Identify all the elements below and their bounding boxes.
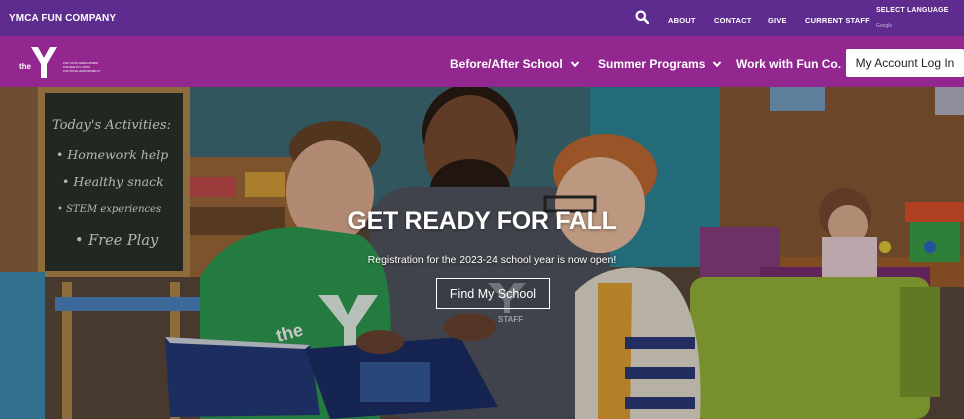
logo-word: the <box>19 62 32 71</box>
search-icon[interactable] <box>635 10 649 24</box>
language-label: SELECT LANGUAGE <box>876 7 949 14</box>
nav-summer-programs-label: Summer Programs <box>598 57 706 71</box>
nav-work-with-fun-co[interactable]: Work with Fun Co. <box>736 57 841 71</box>
logo-tagline-2: FOR HEALTHY LIVING <box>63 65 90 69</box>
chevron-down-icon <box>713 61 722 68</box>
hero-subtitle: Registration for the 2023-24 school year… <box>367 254 617 266</box>
contact-link[interactable]: CONTACT <box>714 16 752 25</box>
google-translate-label: Google <box>876 23 893 29</box>
ymca-logo[interactable]: the FOR YOUTH DEVELOPMENT FOR HEALTHY LI… <box>16 44 126 82</box>
nav-before-after-school-label: Before/After School <box>450 57 563 71</box>
nav-work-with-fun-co-label: Work with Fun Co. <box>736 57 842 71</box>
hero-banner: Today's Activities: • Homework help • He… <box>0 87 964 419</box>
account-login-button[interactable]: My Account Log In <box>846 49 964 77</box>
nav-before-after-school[interactable]: Before/After School <box>450 57 580 71</box>
give-link[interactable]: GIVE <box>768 16 787 25</box>
language-selector[interactable]: SELECT LANGUAGE Google <box>876 7 949 32</box>
nav-summer-programs[interactable]: Summer Programs <box>598 57 722 71</box>
logo-tagline-3: FOR SOCIAL RESPONSIBILITY <box>63 69 101 73</box>
find-my-school-button[interactable]: Find My School <box>436 278 550 309</box>
chevron-down-icon <box>570 61 579 68</box>
current-staff-link[interactable]: CURRENT STAFF <box>805 16 870 25</box>
logo-tagline-1: FOR YOUTH DEVELOPMENT <box>63 61 99 65</box>
utility-bar: YMCA FUN COMPANY ABOUT CONTACT GIVE CURR… <box>0 0 964 36</box>
about-link[interactable]: ABOUT <box>668 16 696 25</box>
hero-title: GET READY FOR FALL <box>347 207 617 235</box>
hero-image: Today's Activities: • Homework help • He… <box>0 87 964 419</box>
brand-name[interactable]: YMCA FUN COMPANY <box>9 13 116 24</box>
